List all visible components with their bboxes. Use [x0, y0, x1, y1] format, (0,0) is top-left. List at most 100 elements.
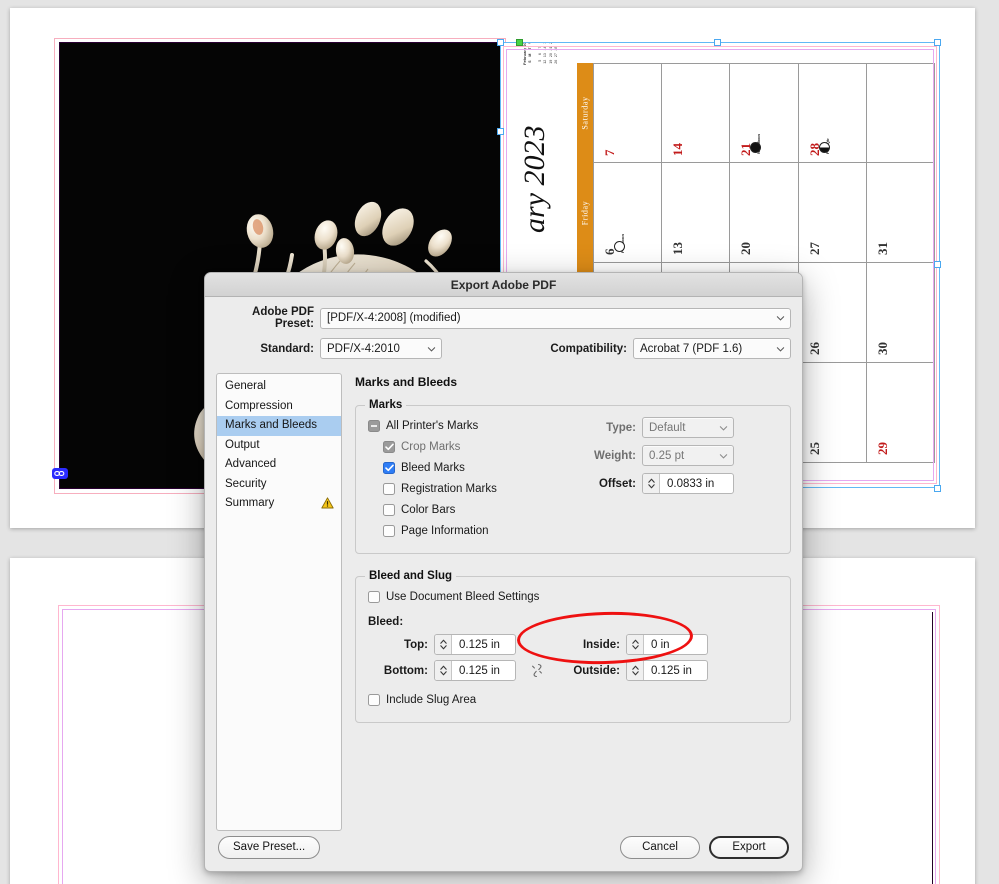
offset-value[interactable]: 0.0833 in [660, 474, 721, 493]
preset-row: Adobe PDF Preset: [PDF/X-4:2008] (modifi… [216, 306, 791, 330]
save-preset-button[interactable]: Save Preset... [218, 836, 320, 859]
checkbox-row-color-bars[interactable]: Color Bars [383, 499, 578, 520]
calendar-cell: 13 [662, 163, 730, 263]
checkbox-row-page-information[interactable]: Page Information [383, 520, 578, 541]
bleed-row-top: Top: 0.125 in [368, 634, 778, 655]
mini-cal-cell [554, 43, 559, 45]
broken-chain-icon [531, 662, 544, 679]
selection-handle-right-middle[interactable] [934, 261, 941, 268]
link-badge-icon[interactable] [52, 468, 68, 479]
panel-title: Marks and Bleeds [355, 375, 791, 389]
include-slug-checkbox[interactable] [368, 694, 380, 706]
sidebar-item-label: Summary [225, 497, 274, 509]
bleed-bottom-value[interactable]: 0.125 in [452, 661, 507, 680]
bleed-bottom-stepper[interactable]: 0.125 in [434, 660, 516, 681]
dialog-top-fields: Adobe PDF Preset: [PDF/X-4:2008] (modifi… [205, 297, 802, 373]
chevron-down-icon [427, 344, 436, 353]
warning-icon [321, 497, 334, 517]
include-slug-label: Include Slug Area [386, 694, 476, 706]
use-document-bleed-row[interactable]: Use Document Bleed Settings [368, 586, 778, 607]
offset-stepper-arrows[interactable] [643, 474, 660, 493]
export-button[interactable]: Export [709, 836, 789, 859]
marks-and-bleeds-panel: Marks and Bleeds Marks All Printer's Mar… [342, 373, 791, 831]
sidebar-item-label: Security [225, 478, 267, 490]
stepper-arrows-icon [647, 477, 656, 490]
calendar-day-label-text: Saturday [581, 96, 590, 129]
sidebar-item-marks-and-bleeds[interactable]: Marks and Bleeds [217, 416, 341, 436]
selection-handle-top-center[interactable] [714, 39, 721, 46]
bleed-fields-grid: Top: 0.125 in [368, 634, 778, 681]
calendar-day-label-friday: Friday [577, 163, 593, 263]
marks-checkbox-list: All Printer's Marks Crop MarksBleed Mark… [368, 415, 578, 541]
sidebar-item-summary[interactable]: Summary [217, 494, 341, 514]
type-row: Type: Default [578, 417, 778, 438]
dialog-footer: Save Preset... Cancel Export [205, 823, 802, 871]
screen: ary 2023 February 2023 SMTWTFS 123456789… [0, 0, 999, 884]
calendar-date-number: 30 [875, 342, 891, 355]
calendar-cell: 6Full Moon [593, 163, 662, 263]
sidebar-item-label: General [225, 380, 266, 392]
bleed-top-stepper[interactable]: 0.125 in [434, 634, 516, 655]
mini-cal-row: 12131415161718 [543, 43, 548, 65]
bleed-and-slug-legend: Bleed and Slug [365, 570, 456, 582]
calendar-date-number: 26 [807, 342, 823, 355]
selection-handle-left-middle[interactable] [497, 128, 504, 135]
compatibility-select[interactable]: Acrobat 7 (PDF 1.6) [633, 338, 791, 359]
calendar-date-number: 29 [875, 442, 891, 455]
compatibility-label: Compatibility: [550, 343, 627, 355]
sidebar-item-general[interactable]: General [217, 377, 341, 397]
cancel-button[interactable]: Cancel [620, 836, 700, 859]
bleed-outside-label: Outside: [558, 665, 620, 677]
sidebar-item-label: Marks and Bleeds [225, 419, 317, 431]
preset-select[interactable]: [PDF/X-4:2008] (modified) [320, 308, 791, 329]
sidebar-item-advanced[interactable]: Advanced [217, 455, 341, 475]
marks-group: Marks All Printer's Marks Crop MarksBlee… [355, 399, 791, 554]
checkbox-row-crop-marks[interactable]: Crop Marks [383, 436, 578, 457]
bleed-top-stepper-arrows[interactable] [435, 635, 452, 654]
checkbox-crop-marks[interactable] [383, 441, 395, 453]
type-select[interactable]: Default [642, 417, 734, 438]
all-printers-marks-checkbox[interactable] [368, 420, 380, 432]
sidebar-item-security[interactable]: Security [217, 475, 341, 495]
checkbox-page-information[interactable] [383, 525, 395, 537]
bleed-inside-stepper-arrows[interactable] [627, 635, 644, 654]
sidebar-item-output[interactable]: Output [217, 436, 341, 456]
checkbox-bleed-marks[interactable] [383, 462, 395, 474]
bleed-outside-value[interactable]: 0.125 in [644, 661, 699, 680]
use-document-bleed-checkbox[interactable] [368, 591, 380, 603]
bleed-top-label: Top: [368, 639, 428, 651]
checkbox-row-registration-marks[interactable]: Registration Marks [383, 478, 578, 499]
calendar-day-label-text: Friday [581, 201, 590, 226]
mini-calendar-title: February 2023 [522, 43, 528, 65]
mini-calendar: February 2023 SMTWTFS 123456789101112131… [522, 43, 559, 65]
offset-stepper[interactable]: 0.0833 in [642, 473, 734, 494]
bleed-outside-stepper-arrows[interactable] [627, 661, 644, 680]
selection-handle-bottom-right[interactable] [934, 485, 941, 492]
check-icon [385, 443, 394, 451]
dialog-sidebar: General Compression Marks and Bleeds Output… [216, 373, 342, 831]
type-label: Type: [578, 422, 636, 434]
bleed-inside-stepper[interactable]: 0 in [626, 634, 708, 655]
mini-cal-cell: 27 [554, 52, 559, 59]
calendar-date-number: 27 [807, 242, 823, 255]
weight-value: 0.25 pt [649, 450, 684, 462]
checkbox-row-bleed-marks[interactable]: Bleed Marks [383, 457, 578, 478]
check-icon [385, 464, 394, 472]
sidebar-item-label: Advanced [225, 458, 276, 470]
anchor-point-indicator[interactable] [516, 39, 523, 46]
include-slug-row[interactable]: Include Slug Area [368, 689, 778, 710]
sidebar-item-compression[interactable]: Compression [217, 397, 341, 417]
checkbox-registration-marks[interactable] [383, 483, 395, 495]
bleed-inside-value[interactable]: 0 in [644, 635, 677, 654]
bleed-sublabel: Bleed: [368, 616, 778, 628]
selection-handle-top-right[interactable] [934, 39, 941, 46]
standard-select[interactable]: PDF/X-4:2010 [320, 338, 442, 359]
bleed-top-value[interactable]: 0.125 in [452, 635, 507, 654]
bleed-chain-cell[interactable] [516, 662, 558, 679]
bleed-outside-stepper[interactable]: 0.125 in [626, 660, 708, 681]
weight-select[interactable]: 0.25 pt [642, 445, 734, 466]
bleed-bottom-stepper-arrows[interactable] [435, 661, 452, 680]
all-printers-marks-row[interactable]: All Printer's Marks [368, 415, 578, 436]
checkbox-color-bars[interactable] [383, 504, 395, 516]
selection-handle-top-left[interactable] [497, 39, 504, 46]
